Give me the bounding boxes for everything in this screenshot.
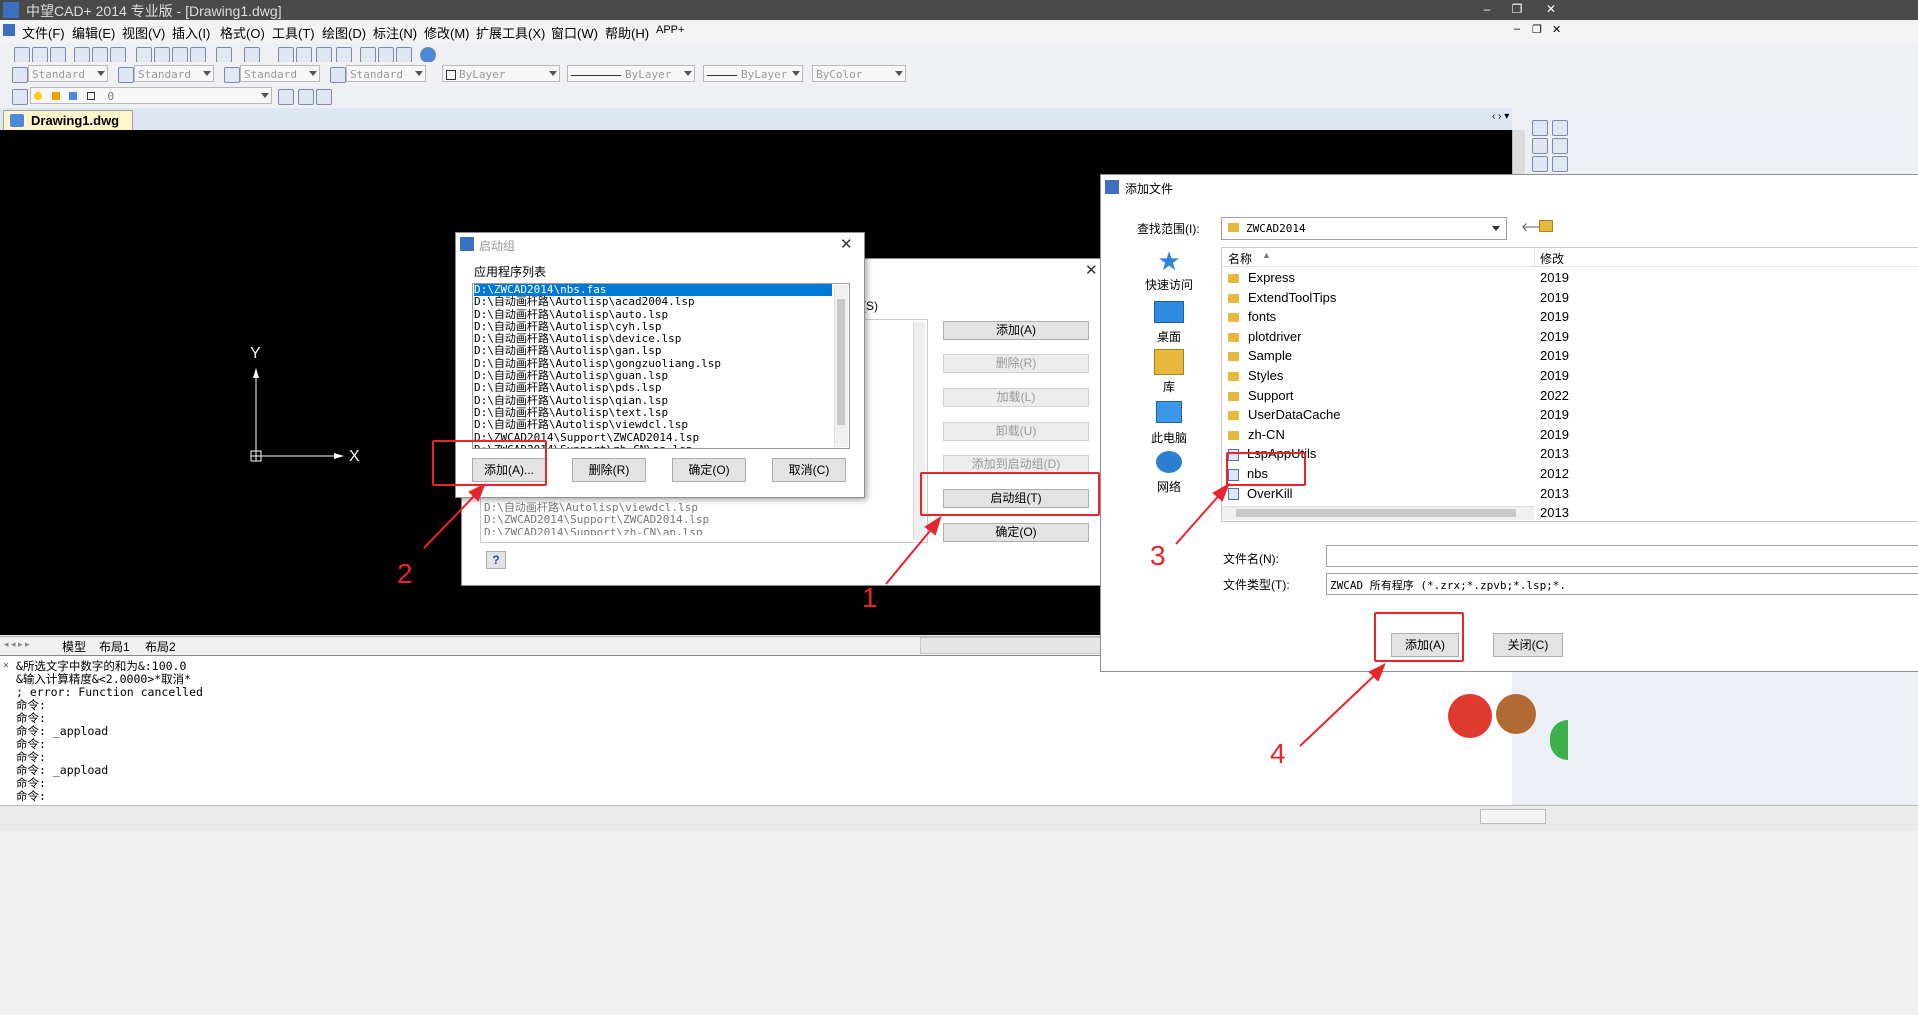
annotation-label-3: 3: [1150, 540, 1166, 571]
annotation-label-2: 2: [397, 558, 413, 589]
annotation-label-4: 4: [1270, 738, 1286, 769]
annotation-label-1: 1: [862, 582, 878, 613]
annotation-arrows: [423, 482, 1386, 747]
